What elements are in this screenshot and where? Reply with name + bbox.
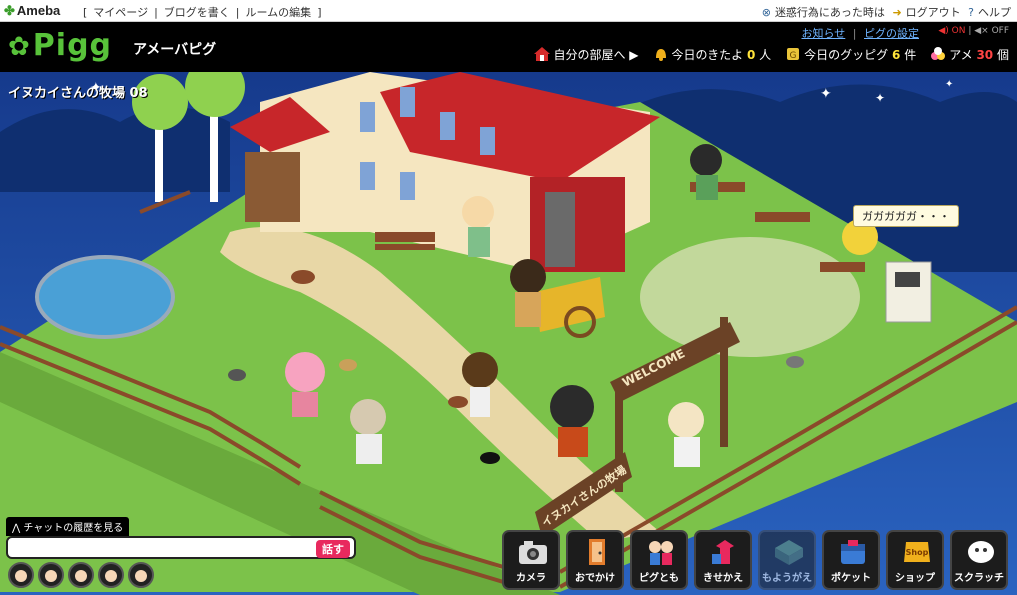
topbar-links: [マイページ | ブログを書く | ルームの編集] xyxy=(83,6,322,19)
avatar-1[interactable] xyxy=(462,196,494,228)
kisekae-button[interactable]: きせかえ xyxy=(694,530,752,590)
chat-area: ⋀ チャットの履歴を見る 話す xyxy=(6,516,356,559)
scratch-icon xyxy=(968,541,994,563)
avatar-5[interactable] xyxy=(285,352,325,392)
friends-icon xyxy=(649,541,673,565)
svg-text:✦: ✦ xyxy=(945,79,953,90)
report-link[interactable]: 迷惑行為にあった時は xyxy=(775,6,885,19)
ameba-topbar: ✤ Ameba [マイページ | ブログを書く | ルームの編集] ⊗ 迷惑行為にあった時は… xyxy=(0,0,1017,22)
sound-off-button[interactable]: OFF xyxy=(992,26,1009,36)
pond xyxy=(35,255,175,339)
avatar-2[interactable] xyxy=(510,259,546,295)
avatar-7[interactable] xyxy=(462,352,498,388)
brand-name: アメーバピグ xyxy=(133,42,217,58)
friend-avatar-2[interactable] xyxy=(38,562,64,588)
avatar-9[interactable] xyxy=(668,402,704,438)
ameba-logo[interactable]: ✤ Ameba xyxy=(4,3,60,19)
talk-button[interactable]: 話す xyxy=(316,540,350,558)
shop-icon: Shop xyxy=(904,542,930,562)
avatar-8[interactable] xyxy=(550,385,594,429)
speaker-off-icon[interactable]: ◀× xyxy=(974,26,988,36)
ame-counter[interactable]: アメ 30 個 xyxy=(930,46,1009,63)
friend-avatar-1[interactable] xyxy=(8,562,34,588)
friend-avatar-4[interactable] xyxy=(98,562,124,588)
candy-icon xyxy=(930,47,946,61)
camera-icon xyxy=(519,541,547,564)
header-links: お知らせ | ピグの設定 xyxy=(801,27,920,40)
edit-room-link[interactable]: ルームの編集 xyxy=(246,6,312,19)
header-stats: 自分の部屋へ ▶ 今日のきたよ 0 人 G 今日のグッピグ 6 件 アメ 30 個 xyxy=(534,46,1009,63)
pigg-logo[interactable]: ✿Pigg xyxy=(8,28,112,63)
help-link[interactable]: ヘルプ xyxy=(978,6,1011,19)
goodpigg-icon: G xyxy=(785,47,801,61)
moyougae-button: もようがえ xyxy=(758,530,816,590)
piggtomo-button[interactable]: ピグとも xyxy=(630,530,688,590)
pocket-icon xyxy=(841,540,865,564)
pigg-settings-link[interactable]: ピグの設定 xyxy=(864,27,919,40)
pigg-header: ✿Pigg アメーバピグ お知らせ | ピグの設定 ◀) ON | ◀× OFF… xyxy=(0,22,1017,72)
avatar-6[interactable] xyxy=(350,399,386,435)
svg-text:G: G xyxy=(790,51,797,61)
visitors-counter[interactable]: 今日のきたよ 0 人 xyxy=(653,46,771,63)
sound-toggle: ◀) ON | ◀× OFF xyxy=(938,26,1009,36)
house-icon xyxy=(534,47,551,61)
avatar-3[interactable] xyxy=(690,144,722,176)
chat-history-toggle[interactable]: ⋀ チャットの履歴を見る xyxy=(6,517,130,536)
sound-on-button[interactable]: ON xyxy=(952,26,966,36)
clover-icon: ✿ xyxy=(8,32,31,62)
game-canvas[interactable]: ✦ ✦ ✦ ✦ WELCOME イヌカイさんの牧場 イヌカイさんの牧場 08 ガ… xyxy=(0,72,1017,595)
hills-left xyxy=(0,107,230,192)
vending-robot[interactable] xyxy=(885,261,932,323)
clothes-icon xyxy=(712,540,734,564)
speech-balloon: ガガガガガ・・・ xyxy=(853,205,959,227)
logout-icon: ➜ xyxy=(892,6,902,19)
notice-link[interactable]: お知らせ xyxy=(802,27,846,40)
topbar-right: ⊗ 迷惑行為にあった時は ➜ ログアウト ? ヘルプ xyxy=(758,4,1011,20)
room-icon xyxy=(775,540,803,565)
speaker-on-icon[interactable]: ◀) xyxy=(938,26,948,36)
clover-icon: ✤ xyxy=(4,3,15,18)
pocket-button[interactable]: ポケット xyxy=(822,530,880,590)
mypage-link[interactable]: マイページ xyxy=(93,6,148,19)
friend-avatar-5[interactable] xyxy=(128,562,154,588)
odekake-button[interactable]: おでかけ xyxy=(566,530,624,590)
scratch-button[interactable]: スクラッチ xyxy=(950,530,1008,590)
svg-text:✦: ✦ xyxy=(875,91,885,105)
my-room-button[interactable]: 自分の部屋へ ▶ xyxy=(534,46,639,63)
game-toolbar: カメラ おでかけ ピグとも きせかえ もようがえ ポケット Shop ショップ xyxy=(502,530,1008,590)
shop-button[interactable]: Shop ショップ xyxy=(886,530,944,590)
friend-avatar-3[interactable] xyxy=(68,562,94,588)
room-name: イヌカイさんの牧場 08 xyxy=(8,86,148,101)
logout-link[interactable]: ログアウト xyxy=(906,6,961,19)
chat-input[interactable]: 話す xyxy=(6,536,356,559)
path-clearing xyxy=(640,237,860,357)
svg-text:✦: ✦ xyxy=(820,86,832,102)
help-icon: ? xyxy=(968,6,974,19)
bell-icon xyxy=(653,47,669,61)
camera-button[interactable]: カメラ xyxy=(502,530,560,590)
report-icon: ⊗ xyxy=(761,6,771,19)
friend-faces xyxy=(8,562,154,588)
goods-counter[interactable]: G 今日のグッピグ 6 件 xyxy=(785,46,916,63)
write-blog-link[interactable]: ブログを書く xyxy=(164,6,230,19)
door-icon xyxy=(589,539,605,565)
svg-text:Shop: Shop xyxy=(906,548,929,557)
